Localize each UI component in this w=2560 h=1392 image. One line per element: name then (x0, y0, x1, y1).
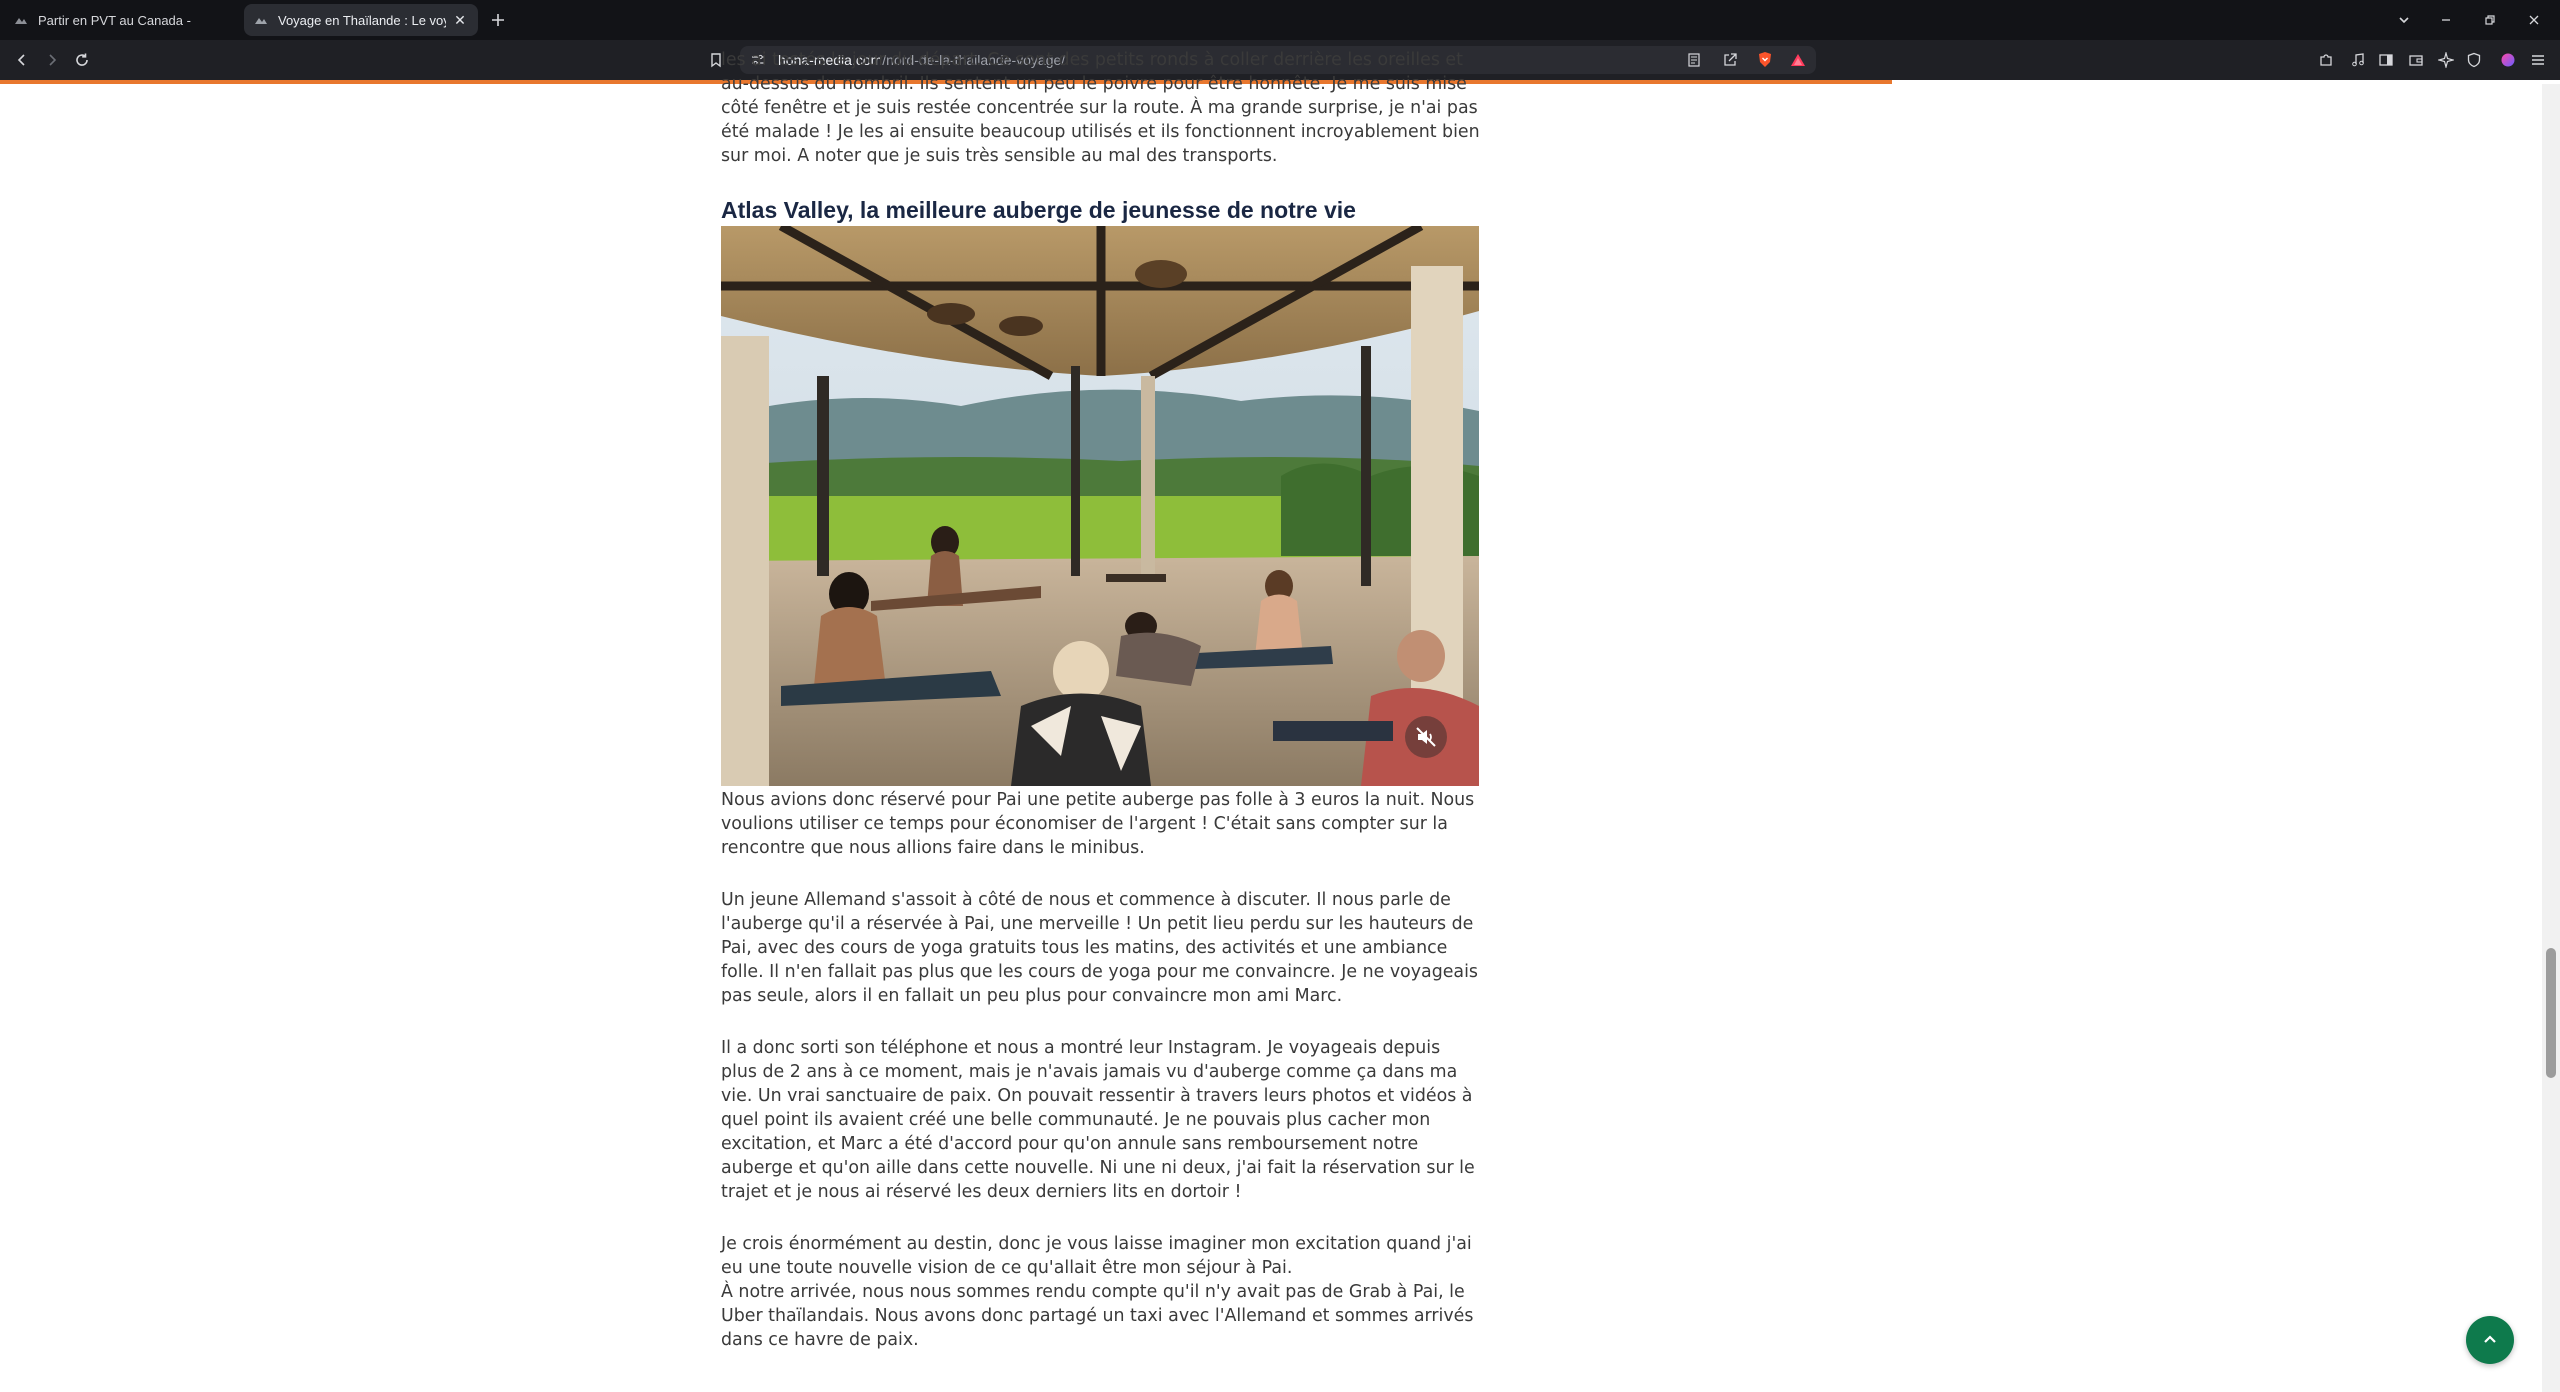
brave-shields-icon[interactable] (1756, 51, 1774, 74)
vpn-shield-icon[interactable] (2462, 48, 2486, 72)
article-paragraph: Il a donc sorti son téléphone et nous a … (721, 1038, 1475, 1202)
article-paragraph: les ai testés le jour du départ. Ce sont… (721, 50, 1480, 166)
muted-speaker-icon (1416, 727, 1436, 747)
new-tab-button[interactable] (486, 8, 510, 32)
restore-window-icon[interactable] (2478, 8, 2502, 32)
minimize-window-icon[interactable] (2434, 8, 2458, 32)
section-heading: Atlas Valley, la meilleure auberge de je… (721, 197, 1356, 223)
site-favicon-icon (254, 13, 268, 27)
scrollbar-thumb[interactable] (2546, 948, 2556, 1078)
reload-icon[interactable] (70, 48, 94, 72)
extensions-puzzle-icon[interactable] (2314, 48, 2338, 72)
page-scrollbar[interactable] (2542, 84, 2560, 1392)
paragraph-line: À notre arrivée, nous nous sommes rendu … (721, 1282, 1474, 1350)
article-paragraph: Un jeune Allemand s'assoit à côté de nou… (721, 890, 1478, 1006)
plus-icon (492, 14, 504, 26)
tab-list-chevron-icon[interactable] (2392, 8, 2416, 32)
tab-bar: Partir en PVT au Canada - Voyage en Thaï… (0, 0, 2560, 40)
tab-title: Partir en PVT au Canada - (38, 12, 191, 28)
yoga-scene-image (721, 226, 1479, 786)
back-arrow-icon[interactable] (10, 48, 34, 72)
profile-avatar-icon[interactable] (2496, 48, 2520, 72)
tab-partir-en-pvt[interactable]: Partir en PVT au Canada - (4, 4, 240, 36)
sidebar-panel-icon[interactable] (2374, 48, 2398, 72)
media-music-icon[interactable] (2346, 48, 2370, 72)
tab-title: Voyage en Thaïlande : Le voyage (278, 12, 446, 28)
site-favicon-icon (14, 13, 28, 27)
forward-arrow-icon[interactable] (40, 48, 64, 72)
share-icon[interactable] (1722, 52, 1738, 73)
paragraph-line: Je crois énormément au destin, donc je v… (721, 1234, 1472, 1278)
back-to-top-button[interactable] (2466, 1316, 2514, 1364)
menu-hamburger-icon[interactable] (2526, 48, 2550, 72)
brave-rewards-icon[interactable] (1790, 52, 1806, 73)
close-window-icon[interactable] (2522, 8, 2546, 32)
article-body: les ai testés le jour du départ. Ce sont… (721, 48, 1481, 1380)
tab-voyage-thailande[interactable]: Voyage en Thaïlande : Le voyage ✕ (244, 4, 478, 36)
hostel-yoga-video[interactable] (721, 226, 1479, 786)
unmute-video-button[interactable] (1405, 716, 1447, 758)
chevron-up-icon (2484, 1335, 2496, 1343)
article-paragraph: Nous avions donc réservé pour Pai une pe… (721, 790, 1475, 858)
close-tab-icon[interactable]: ✕ (452, 12, 468, 28)
wallet-icon[interactable] (2404, 48, 2428, 72)
reader-mode-icon[interactable] (1686, 52, 1702, 73)
leo-ai-icon[interactable] (2434, 48, 2458, 72)
article-paragraph: Je crois énormément au destin, donc je v… (721, 1232, 1481, 1352)
